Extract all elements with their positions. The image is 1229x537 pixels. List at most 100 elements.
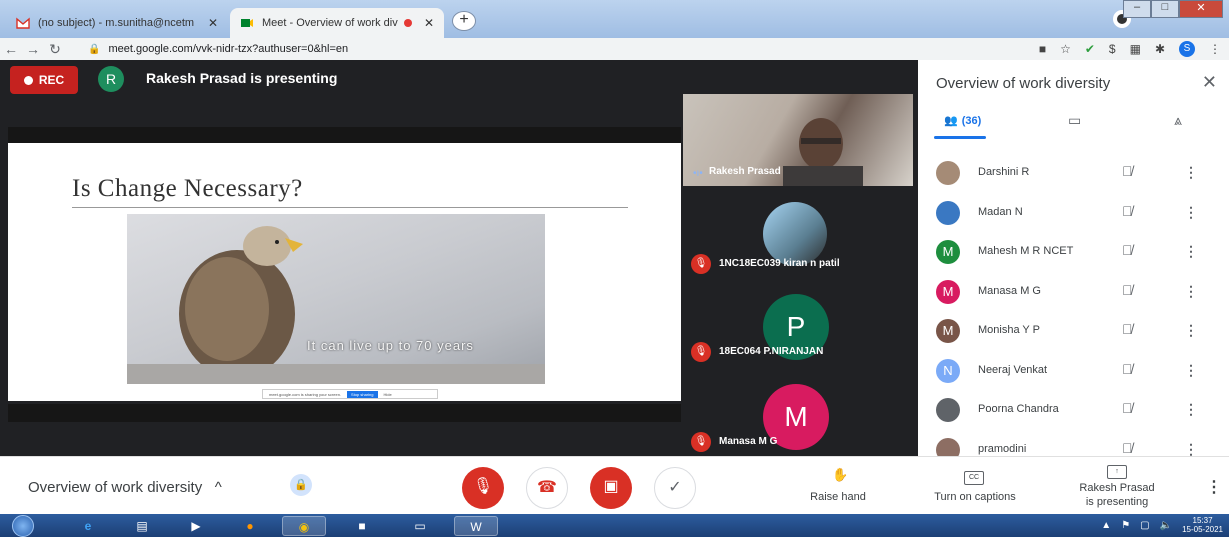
leave-call-button[interactable]: ☎ [526,467,568,509]
chrome-icon[interactable]: ◉ [282,516,326,536]
list-item[interactable]: Madan N 🎙̸ ⋮ [918,194,1229,234]
more-options-icon[interactable]: ⋮ [1206,477,1222,497]
tile-name: Rakesh Prasad [709,166,781,177]
tile-name: 1NC18EC039 kiran n patil [719,258,840,269]
check-extension-icon[interactable]: ✔ [1085,42,1095,56]
more-options-icon[interactable]: ⋮ [1184,362,1198,379]
shared-slide: Is Change Necessary? . It can live up to… [8,143,681,401]
mic-off-icon[interactable]: 🎙̸ [1122,203,1133,219]
present-label-2: is presenting [1085,496,1149,508]
eagle-illustration: . [127,226,545,384]
maximize-button[interactable]: □ [1151,0,1179,18]
eagle-photo: . It can live up to 70 years [127,214,545,384]
tab-meet-title: Meet - Overview of work div [262,17,398,29]
clock-time: 15:37 [1192,516,1213,525]
mic-off-icon[interactable]: 🎙̸ [1122,440,1133,456]
mic-off-icon[interactable]: 🎙̸ [1122,282,1133,298]
more-options-icon[interactable]: ⋮ [1184,441,1198,458]
participant-name: Madan N [978,205,1023,218]
network-icon[interactable]: ▢ [1140,520,1149,531]
list-item[interactable]: Darshini R 🎙̸ ⋮ [918,154,1229,194]
participant-tile: 🎙 1NC18EC039 kiran n patil [683,186,913,282]
chat-icon[interactable]: ▭ [1068,112,1081,129]
meet-icon [241,19,253,27]
participant-name: Neeraj Venkat [978,363,1048,376]
list-item[interactable]: Poorna Chandra 🎙̸ ⋮ [918,391,1229,431]
more-options-icon[interactable]: ⋮ [1184,204,1198,221]
mic-off-icon[interactable]: 🎙̸ [1122,163,1133,179]
profile-avatar[interactable]: S [1179,41,1195,57]
close-icon[interactable]: ✕ [208,16,218,30]
mic-off-icon[interactable]: 🎙̸ [1122,400,1133,416]
minimize-button[interactable]: – [1123,0,1151,18]
stop-sharing-button[interactable]: Stop sharing [347,390,378,398]
captions-icon: CC [964,471,984,485]
show-hidden-icons-icon[interactable]: ▲ [1101,520,1111,531]
lock-icon[interactable]: 🔒 [88,44,100,55]
participant-name: Darshini R [978,166,1030,178]
forward-icon[interactable]: → [22,41,44,57]
internet-explorer-icon[interactable]: e [66,516,110,536]
presenter-avatar: R [98,66,124,92]
present-screen-icon: ↑ [1107,465,1127,479]
participant-photo [763,202,827,266]
mic-off-icon[interactable]: 🎙̸ [1122,321,1133,337]
host-controls-shield-icon[interactable]: 🔒 [290,474,312,496]
meeting-details-button[interactable]: Overview of work diversity ^ [28,479,222,496]
recording-badge: REC [10,66,78,94]
photos-icon[interactable]: ▭ [398,516,442,536]
hide-button[interactable]: Hide [384,392,392,397]
flag-icon[interactable]: ⚑ [1121,520,1130,531]
avatar: N [936,358,960,383]
tab-gmail[interactable]: (no subject) - m.sunitha@ncetm ✕ [6,8,228,38]
window-close-button[interactable]: ✕ [1179,0,1223,18]
dollar-extension-icon[interactable]: $ [1109,42,1116,56]
more-options-icon[interactable]: ⋮ [1184,283,1198,300]
list-item[interactable]: M Mahesh M R NCET 🎙̸ ⋮ [918,233,1229,273]
activities-icon[interactable]: ⩓ [1174,112,1182,129]
volume-icon[interactable]: 🔈 [1160,520,1172,531]
word-icon[interactable]: W [454,516,498,536]
slide-letterbox-top [8,127,681,143]
present-label-1: Rakesh Prasad [1079,482,1155,494]
grid-extension-icon[interactable]: ▦ [1130,42,1141,56]
puzzle-icon[interactable]: ✱ [1155,42,1165,56]
media-player-icon[interactable]: ▶ [174,516,218,536]
mic-off-icon[interactable]: 🎙̸ [1122,242,1133,258]
panel-title: Overview of work diversity [936,75,1111,92]
clock[interactable]: 15:37 15-05-2021 [1182,516,1223,534]
tab-people[interactable]: 👥 (36) [944,114,982,128]
new-tab-button[interactable]: + [452,11,476,31]
slide-divider [72,207,628,208]
microphone-toggle-button[interactable]: 🎙 [462,467,504,509]
windows-start-button[interactable] [12,515,34,537]
mic-off-icon[interactable]: 🎙̸ [1122,361,1133,377]
firefox-icon[interactable]: ● [228,516,272,536]
attendance-check-button[interactable]: ✓ [654,467,696,509]
camera-toggle-button[interactable]: ▣ [590,467,632,509]
more-options-icon[interactable]: ⋮ [1184,243,1198,260]
more-options-icon[interactable]: ⋮ [1184,401,1198,418]
list-item[interactable]: M Monisha Y P 🎙̸ ⋮ [918,312,1229,352]
more-options-icon[interactable]: ⋮ [1184,164,1198,181]
camera-icon[interactable]: ■ [1039,42,1046,56]
people-count: (36) [961,114,982,127]
close-icon[interactable]: ✕ [424,16,434,30]
back-icon[interactable]: ← [0,41,22,57]
more-options-icon[interactable]: ⋮ [1184,322,1198,339]
menu-icon[interactable]: ⋮ [1209,42,1221,56]
extension-icons: ■ ☆ ✔ $ ▦ ✱ S ⋮ [1039,41,1221,57]
zoom-icon[interactable]: ■ [340,516,384,536]
file-explorer-icon[interactable]: ▤ [120,516,164,536]
windows-taskbar: e ▤ ▶ ● ◉ ■ ▭ W ▲ ⚑ ▢ 🔈 15:37 15-05-2021 [0,514,1229,537]
reload-icon[interactable]: ↻ [44,41,66,58]
share-notice-text: meet.google.com is sharing your screen. [269,391,342,397]
list-item[interactable]: N Neeraj Venkat 🎙̸ ⋮ [918,352,1229,392]
url-field[interactable]: meet.google.com/vvk-nidr-tzx?authuser=0&… [108,43,348,55]
tab-meet[interactable]: Meet - Overview of work div ✕ [230,8,444,38]
list-item[interactable]: M Manasa M G 🎙̸ ⋮ [918,273,1229,313]
star-icon[interactable]: ☆ [1060,42,1071,56]
address-bar-row: ← → ↻ 🔒 meet.google.com/vvk-nidr-tzx?aut… [0,38,1229,60]
mic-off-icon: 🎙 [691,254,711,274]
close-icon[interactable]: ✕ [1202,72,1217,93]
